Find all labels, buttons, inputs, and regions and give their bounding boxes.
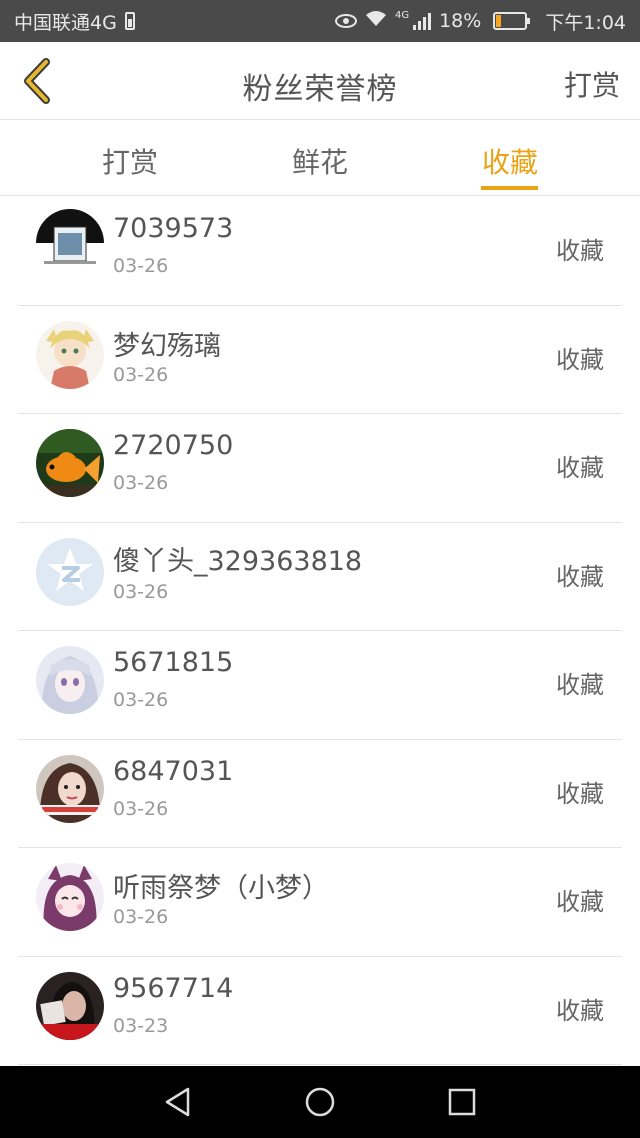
battery-fill [496, 15, 502, 27]
avatar [36, 209, 104, 277]
status-bar: 中国联通4G 4G 18% 下午1:04 [0, 0, 640, 42]
battery-icon [493, 12, 531, 30]
fan-date: 03-26 [113, 689, 169, 711]
favorite-label: 收藏 [556, 345, 604, 374]
status-right: 4G 18% 下午1:04 [334, 8, 626, 35]
active-tab-indicator [481, 186, 538, 190]
favorite-label: 收藏 [556, 888, 604, 916]
navigation-bar [0, 1066, 640, 1138]
avatar [36, 429, 104, 497]
carrier-label: 中国联通4G [14, 11, 117, 34]
fan-name: 6847031 [113, 755, 234, 787]
eye-icon [334, 14, 357, 28]
signal-icon [413, 12, 432, 30]
fan-name: 5671815 [113, 647, 234, 678]
list-item[interactable]: 9567714 03-23 收藏 [0, 957, 640, 1065]
avatar [36, 971, 104, 1040]
list-item[interactable]: 5671815 03-26 收藏 [0, 631, 640, 740]
back-triangle-icon [165, 1087, 190, 1117]
fan-date: 03-26 [113, 255, 169, 277]
avatar [36, 646, 104, 714]
tab-reward[interactable]: 打赏 [70, 141, 190, 181]
fan-date: 03-23 [113, 1014, 169, 1037]
fan-date: 03-26 [113, 580, 169, 603]
tab-favorites[interactable]: 收藏 [450, 141, 570, 181]
list-item[interactable]: 梦幻殇璃 03-26 收藏 [0, 306, 640, 414]
fan-name: 2720750 [113, 430, 234, 461]
avatar [36, 537, 104, 606]
list-item[interactable]: 7039573 03-26 收藏 [0, 197, 640, 306]
battery-saver-icon [124, 12, 135, 30]
nav-recents-button[interactable] [446, 1086, 478, 1118]
nav-home-button[interactable] [304, 1086, 336, 1118]
header: 粉丝荣誉榜 打赏 [0, 42, 640, 120]
fan-name: 梦幻殇璃 [113, 330, 221, 362]
network-type-badge: 4G [394, 9, 410, 21]
favorite-label: 收藏 [556, 779, 604, 808]
fan-date: 03-26 [113, 363, 169, 386]
favorite-label: 收藏 [556, 562, 604, 591]
fan-name: 听雨祭梦（小梦） [113, 873, 329, 904]
fan-name: 7039573 [113, 213, 234, 244]
page-title: 粉丝荣誉榜 [242, 72, 398, 107]
list-item[interactable]: 6847031 03-26 收藏 [0, 740, 640, 848]
recents-square-icon [448, 1088, 476, 1116]
fan-date: 03-26 [113, 906, 169, 928]
status-left: 中国联通4G [14, 8, 135, 35]
home-circle-icon [305, 1087, 335, 1117]
fan-name: 傻丫头_329363818 [113, 545, 363, 577]
reward-button[interactable]: 打赏 [564, 64, 620, 104]
list-item[interactable]: 2720750 03-26 收藏 [0, 414, 640, 523]
divider [18, 1064, 622, 1065]
favorite-label: 收藏 [556, 454, 604, 482]
list-item[interactable]: 听雨祭梦（小梦） 03-26 收藏 [0, 848, 640, 957]
clock: 下午1:04 [545, 11, 626, 34]
tab-flowers[interactable]: 鲜花 [260, 141, 380, 181]
wifi-icon [365, 10, 387, 33]
nav-back-button[interactable] [162, 1086, 194, 1118]
avatar [36, 320, 104, 389]
fan-date: 03-26 [113, 797, 169, 820]
fan-name: 9567714 [113, 972, 234, 1004]
favorite-label: 收藏 [556, 671, 604, 699]
fan-date: 03-26 [113, 472, 169, 494]
avatar [36, 863, 104, 931]
battery-percent: 18% [439, 10, 482, 32]
favorite-label: 收藏 [556, 996, 604, 1025]
avatar [36, 754, 104, 823]
tab-bar: 打赏 鲜花 收藏 [0, 121, 640, 196]
fan-list: 7039573 03-26 收藏 梦幻殇璃 03-26 收藏 2720750 0… [0, 197, 640, 1065]
favorite-label: 收藏 [556, 237, 604, 265]
list-item[interactable]: 傻丫头_329363818 03-26 收藏 [0, 523, 640, 631]
